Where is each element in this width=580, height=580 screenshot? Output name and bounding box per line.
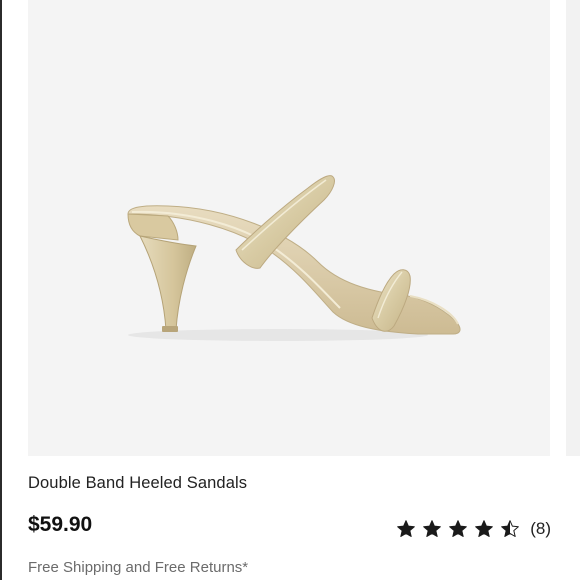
next-product-card-peek[interactable]	[566, 0, 580, 456]
review-count[interactable]: (8)	[530, 519, 551, 539]
rating-stars	[396, 519, 526, 539]
star-icon	[475, 520, 494, 537]
product-price: $59.90	[28, 513, 93, 536]
star-half-icon	[501, 520, 520, 537]
product-rating[interactable]: (8)	[396, 518, 551, 540]
product-title[interactable]: Double Band Heeled Sandals	[28, 474, 247, 493]
product-image[interactable]	[28, 0, 550, 456]
star-icon	[423, 520, 442, 537]
product-image-card[interactable]	[28, 0, 550, 456]
star-icon	[397, 520, 416, 537]
shipping-note[interactable]: Free Shipping and Free Returns*	[28, 559, 248, 576]
star-icon	[449, 520, 468, 537]
product-card-page: Double Band Heeled Sandals $59.90 (8) Fr…	[0, 0, 580, 580]
viewport-edge	[0, 0, 2, 580]
